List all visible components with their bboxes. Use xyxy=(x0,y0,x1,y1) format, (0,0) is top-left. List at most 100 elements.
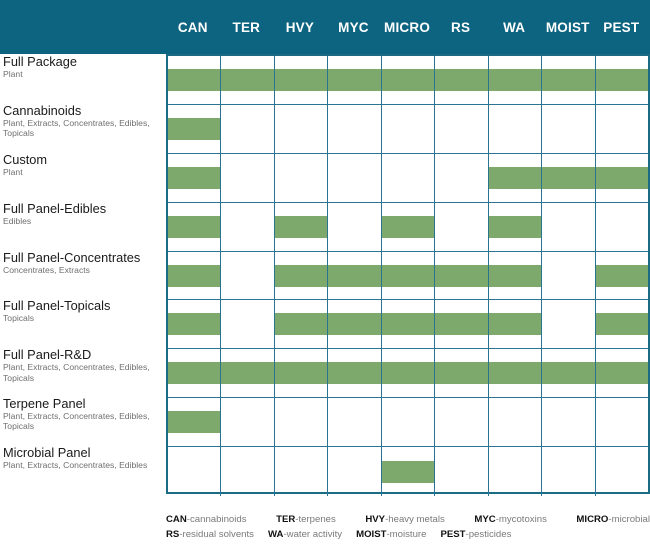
matrix-cell-hvy[interactable] xyxy=(274,300,329,349)
matrix-cell-can[interactable] xyxy=(168,56,222,104)
matrix-cell-myc[interactable] xyxy=(328,56,382,104)
matrix-cell-myc[interactable] xyxy=(328,104,382,153)
matrix-cell-pest[interactable] xyxy=(595,252,648,300)
matrix-cell-ter[interactable] xyxy=(221,447,275,497)
matrix-cell-micro[interactable] xyxy=(382,104,436,153)
matrix-cell-hvy[interactable] xyxy=(274,349,329,398)
matrix-cell-ter[interactable] xyxy=(221,300,275,349)
matrix-cell-can[interactable] xyxy=(168,202,222,251)
matrix-cell-micro[interactable] xyxy=(381,300,436,349)
matrix-cell-wa[interactable] xyxy=(488,349,543,398)
matrix-cell-ter[interactable] xyxy=(221,349,275,398)
matrix-cell-myc[interactable] xyxy=(328,300,382,349)
cell-empty-marker xyxy=(275,411,327,433)
matrix-cell-myc[interactable] xyxy=(328,349,382,398)
matrix-cell-hvy[interactable] xyxy=(275,447,329,497)
table-row xyxy=(168,153,648,203)
cell-included-marker xyxy=(488,166,542,189)
matrix-cell-rs[interactable] xyxy=(435,447,489,497)
matrix-cell-hvy[interactable] xyxy=(274,202,329,251)
matrix-cell-rs[interactable] xyxy=(435,398,489,447)
matrix-cell-moist[interactable] xyxy=(542,104,596,153)
matrix-cell-moist[interactable] xyxy=(542,398,596,447)
matrix-cell-wa[interactable] xyxy=(488,300,543,349)
matrix-cell-wa[interactable] xyxy=(488,153,543,202)
matrix-cell-moist[interactable] xyxy=(542,56,596,104)
matrix-cell-pest[interactable] xyxy=(596,203,648,251)
matrix-cell-hvy[interactable] xyxy=(274,56,329,104)
matrix-cell-micro[interactable] xyxy=(381,349,436,398)
matrix-cell-wa[interactable] xyxy=(488,202,543,251)
matrix-cell-micro[interactable] xyxy=(381,447,436,497)
matrix-cell-micro[interactable] xyxy=(382,398,436,447)
matrix-cell-myc[interactable] xyxy=(328,202,382,251)
row-label: Full Panel-Edibles Edibles xyxy=(0,201,166,250)
matrix-cell-micro[interactable] xyxy=(381,56,436,104)
cell-included-marker xyxy=(488,362,542,385)
matrix-cell-micro[interactable] xyxy=(381,202,436,251)
matrix-cell-can[interactable] xyxy=(168,349,222,398)
matrix-cell-can[interactable] xyxy=(168,251,222,300)
matrix-cell-pest[interactable] xyxy=(595,349,648,397)
matrix-grid xyxy=(166,54,650,497)
matrix-cell-ter[interactable] xyxy=(221,398,275,447)
matrix-cell-moist[interactable] xyxy=(542,251,596,300)
matrix-cell-rs[interactable] xyxy=(435,251,489,300)
matrix-cell-pest[interactable] xyxy=(596,447,648,496)
matrix-cell-wa[interactable] xyxy=(488,251,543,300)
matrix-cell-myc[interactable] xyxy=(328,251,382,300)
matrix-cell-moist[interactable] xyxy=(542,349,596,398)
matrix-cell-can[interactable] xyxy=(168,447,222,497)
matrix-cell-micro[interactable] xyxy=(382,153,436,202)
matrix-cell-pest[interactable] xyxy=(595,300,648,348)
matrix-cell-rs[interactable] xyxy=(435,104,489,153)
matrix-cell-rs[interactable] xyxy=(435,349,489,398)
matrix-cell-hvy[interactable] xyxy=(274,251,329,300)
matrix-cell-pest[interactable] xyxy=(596,105,648,153)
cell-included-marker xyxy=(381,215,435,238)
cell-included-marker xyxy=(328,313,381,336)
matrix-cell-myc[interactable] xyxy=(328,398,382,447)
matrix-cell-moist[interactable] xyxy=(542,300,596,349)
matrix-cell-rs[interactable] xyxy=(435,153,489,202)
matrix-cell-micro[interactable] xyxy=(381,251,436,300)
matrix-cell-ter[interactable] xyxy=(221,251,275,300)
matrix-cell-moist[interactable] xyxy=(542,202,596,251)
matrix-cell-moist[interactable] xyxy=(542,153,596,202)
matrix-cell-ter[interactable] xyxy=(221,56,275,104)
legend-item-moist: MOIST-moisture xyxy=(356,527,426,542)
matrix-cell-hvy[interactable] xyxy=(275,104,329,153)
cell-included-marker xyxy=(381,362,435,385)
matrix-cell-wa[interactable] xyxy=(488,56,543,104)
matrix-cell-ter[interactable] xyxy=(221,202,275,251)
matrix-cell-myc[interactable] xyxy=(328,447,382,497)
matrix-cell-myc[interactable] xyxy=(328,153,382,202)
legend-abbr: TER xyxy=(276,514,296,525)
matrix-cell-rs[interactable] xyxy=(435,300,489,349)
cell-included-marker xyxy=(168,68,221,91)
legend-description: -pesticides xyxy=(465,529,512,540)
cell-empty-marker xyxy=(596,461,648,483)
matrix-cell-wa[interactable] xyxy=(489,104,543,153)
matrix-cell-rs[interactable] xyxy=(435,202,489,251)
matrix-cell-rs[interactable] xyxy=(435,56,489,104)
matrix-cell-moist[interactable] xyxy=(542,447,596,497)
matrix-cell-hvy[interactable] xyxy=(275,398,329,447)
matrix-cell-pest[interactable] xyxy=(595,154,648,202)
cell-empty-marker xyxy=(542,265,594,287)
column-header-micro: MICRO xyxy=(384,19,431,35)
matrix-cell-can[interactable] xyxy=(168,153,222,202)
matrix-cell-wa[interactable] xyxy=(489,398,543,447)
matrix-cell-pest[interactable] xyxy=(596,398,648,446)
matrix-cell-can[interactable] xyxy=(168,104,222,153)
cell-empty-marker xyxy=(542,216,594,238)
matrix-cell-ter[interactable] xyxy=(221,153,275,202)
legend-line-2: RS-residual solvents WA-water activity MOI… xyxy=(166,527,650,542)
matrix-cell-can[interactable] xyxy=(168,398,222,447)
matrix-cell-pest[interactable] xyxy=(595,56,648,104)
matrix-cell-wa[interactable] xyxy=(489,447,543,497)
matrix-cell-hvy[interactable] xyxy=(275,153,329,202)
row-subtitle: Plant xyxy=(3,166,23,177)
matrix-cell-can[interactable] xyxy=(168,300,222,349)
matrix-cell-ter[interactable] xyxy=(221,104,275,153)
